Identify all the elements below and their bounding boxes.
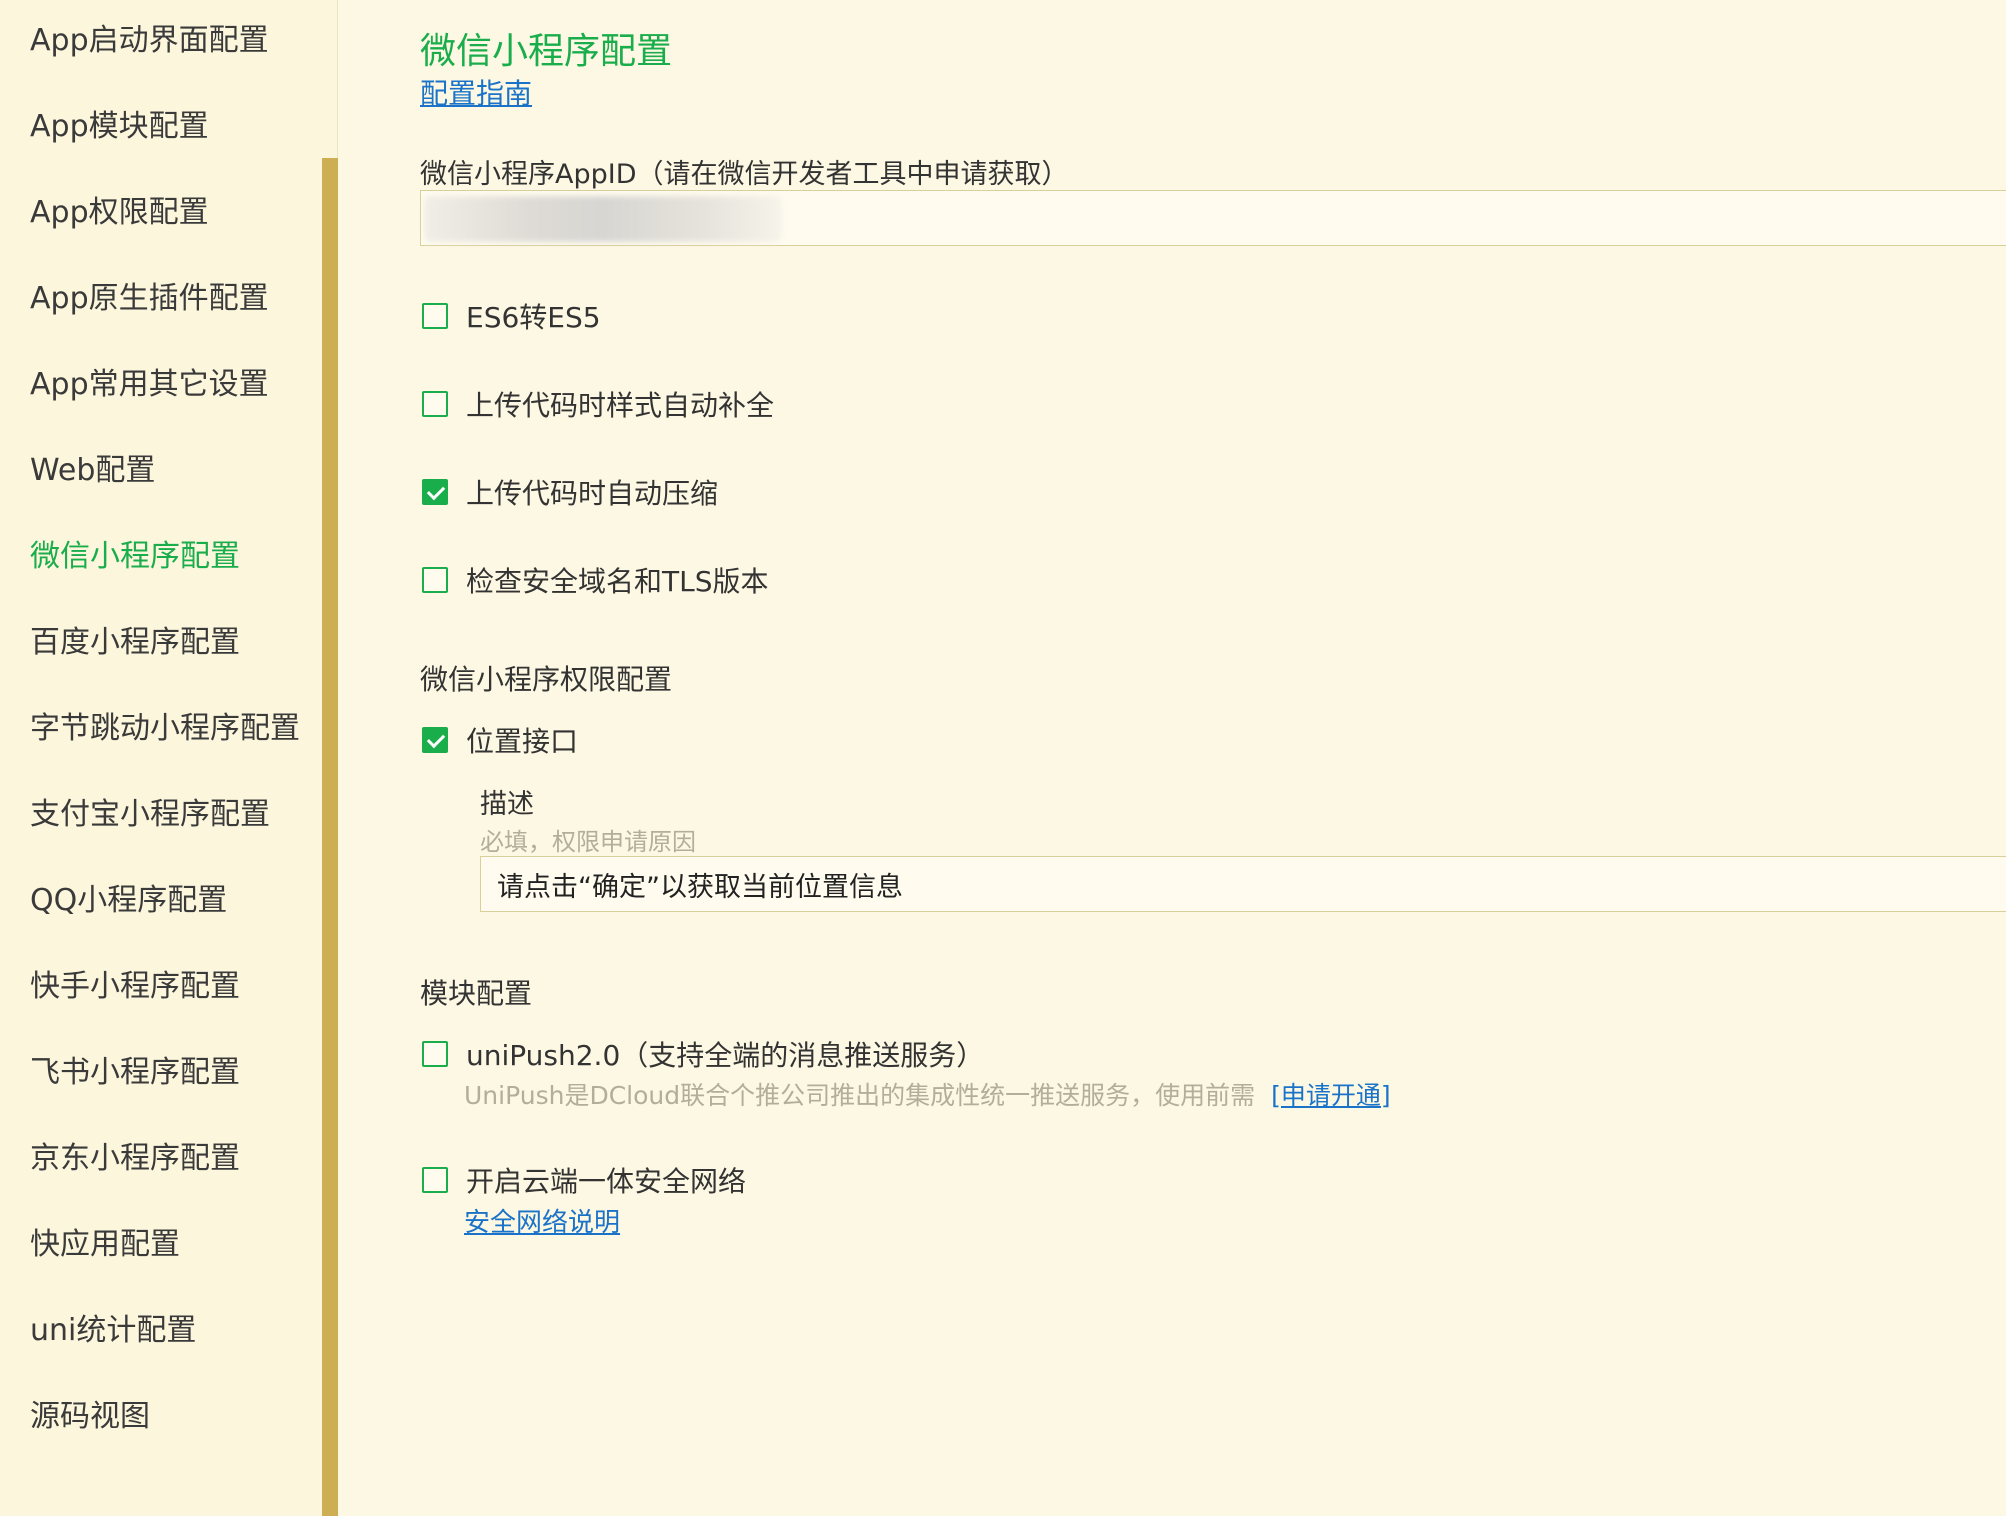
- appid-label: 微信小程序AppID（请在微信开发者工具中申请获取）: [420, 159, 1069, 190]
- main-panel: 微信小程序配置 配置指南 微信小程序AppID（请在微信开发者工具中申请获取） …: [420, 0, 2006, 1516]
- module-label: uniPush2.0（支持全端的消息推送服务）: [466, 1039, 985, 1072]
- sidebar-item-quickapp[interactable]: 快应用配置: [30, 1204, 320, 1290]
- sidebar-item-baidu-mp[interactable]: 百度小程序配置: [30, 602, 320, 688]
- option-es6-to-es5[interactable]: ES6转ES5: [422, 296, 601, 336]
- option-label: 检查安全域名和TLS版本: [466, 565, 769, 598]
- permission-location[interactable]: 位置接口: [422, 720, 578, 760]
- option-label: ES6转ES5: [466, 301, 601, 334]
- permissions-section-title: 微信小程序权限配置: [420, 663, 673, 696]
- sidebar-item-web[interactable]: Web配置: [30, 430, 320, 516]
- option-minify[interactable]: 上传代码时自动压缩: [422, 472, 718, 512]
- desc-hint: 必填，权限申请原因: [480, 828, 696, 856]
- sidebar-item-app-other-settings[interactable]: App常用其它设置: [30, 344, 320, 430]
- option-label: 上传代码时样式自动补全: [466, 389, 775, 422]
- desc-label: 描述: [480, 789, 534, 820]
- unipush-hint-text: UniPush是DCloud联合个推公司推出的集成性统一推送服务，使用前需: [464, 1081, 1256, 1110]
- checkbox-secure-network[interactable]: [422, 1167, 448, 1193]
- sidebar-item-kuaishou-mp[interactable]: 快手小程序配置: [30, 946, 320, 1032]
- sidebar-item-app-modules[interactable]: App模块配置: [30, 86, 320, 172]
- checkbox-minify[interactable]: [422, 479, 448, 505]
- secure-network-link[interactable]: 安全网络说明: [464, 1202, 620, 1239]
- sidebar: App启动界面配置 App模块配置 App权限配置 App原生插件配置 App常…: [0, 0, 338, 1516]
- sidebar-item-uni-stat[interactable]: uni统计配置: [30, 1290, 320, 1376]
- option-postcss[interactable]: 上传代码时样式自动补全: [422, 384, 774, 424]
- checkbox-postcss[interactable]: [422, 391, 448, 417]
- sidebar-scrollbar[interactable]: [322, 158, 338, 1516]
- sidebar-item-app-permissions[interactable]: App权限配置: [30, 172, 320, 258]
- checkbox-unipush[interactable]: [422, 1041, 448, 1067]
- sidebar-item-jd-mp[interactable]: 京东小程序配置: [30, 1118, 320, 1204]
- page-title: 微信小程序配置: [420, 31, 673, 72]
- option-label: 上传代码时自动压缩: [466, 477, 719, 510]
- checkbox-url-check[interactable]: [422, 567, 448, 593]
- sidebar-item-lark-mp[interactable]: 飞书小程序配置: [30, 1032, 320, 1118]
- sidebar-item-alipay-mp[interactable]: 支付宝小程序配置: [30, 774, 320, 860]
- appid-redaction: [424, 196, 782, 242]
- sidebar-item-weixin-mp[interactable]: 微信小程序配置: [30, 516, 320, 602]
- module-secure-network[interactable]: 开启云端一体安全网络: [422, 1160, 746, 1200]
- sidebar-item-toutiao-mp[interactable]: 字节跳动小程序配置: [30, 688, 320, 774]
- unipush-hint: UniPush是DCloud联合个推公司推出的集成性统一推送服务，使用前需 [申请…: [464, 1076, 1391, 1112]
- sidebar-item-app-native-plugins[interactable]: App原生插件配置: [30, 258, 320, 344]
- sidebar-item-qq-mp[interactable]: QQ小程序配置: [30, 860, 320, 946]
- modules-section-title: 模块配置: [420, 977, 533, 1010]
- module-unipush[interactable]: uniPush2.0（支持全端的消息推送服务）: [422, 1034, 984, 1074]
- location-desc-input[interactable]: [480, 856, 2006, 912]
- sidebar-item-source-view[interactable]: 源码视图: [30, 1376, 320, 1462]
- module-label: 开启云端一体安全网络: [466, 1165, 747, 1198]
- config-guide-link[interactable]: 配置指南: [420, 72, 532, 112]
- checkbox-es6-to-es5[interactable]: [422, 303, 448, 329]
- checkbox-location[interactable]: [422, 727, 448, 753]
- option-url-check[interactable]: 检查安全域名和TLS版本: [422, 560, 768, 600]
- sidebar-item-app-splash[interactable]: App启动界面配置: [30, 0, 320, 86]
- apply-link[interactable]: [申请开通]: [1271, 1081, 1391, 1110]
- sidebar-list: App启动界面配置 App模块配置 App权限配置 App原生插件配置 App常…: [30, 0, 320, 1462]
- permission-label: 位置接口: [466, 725, 579, 758]
